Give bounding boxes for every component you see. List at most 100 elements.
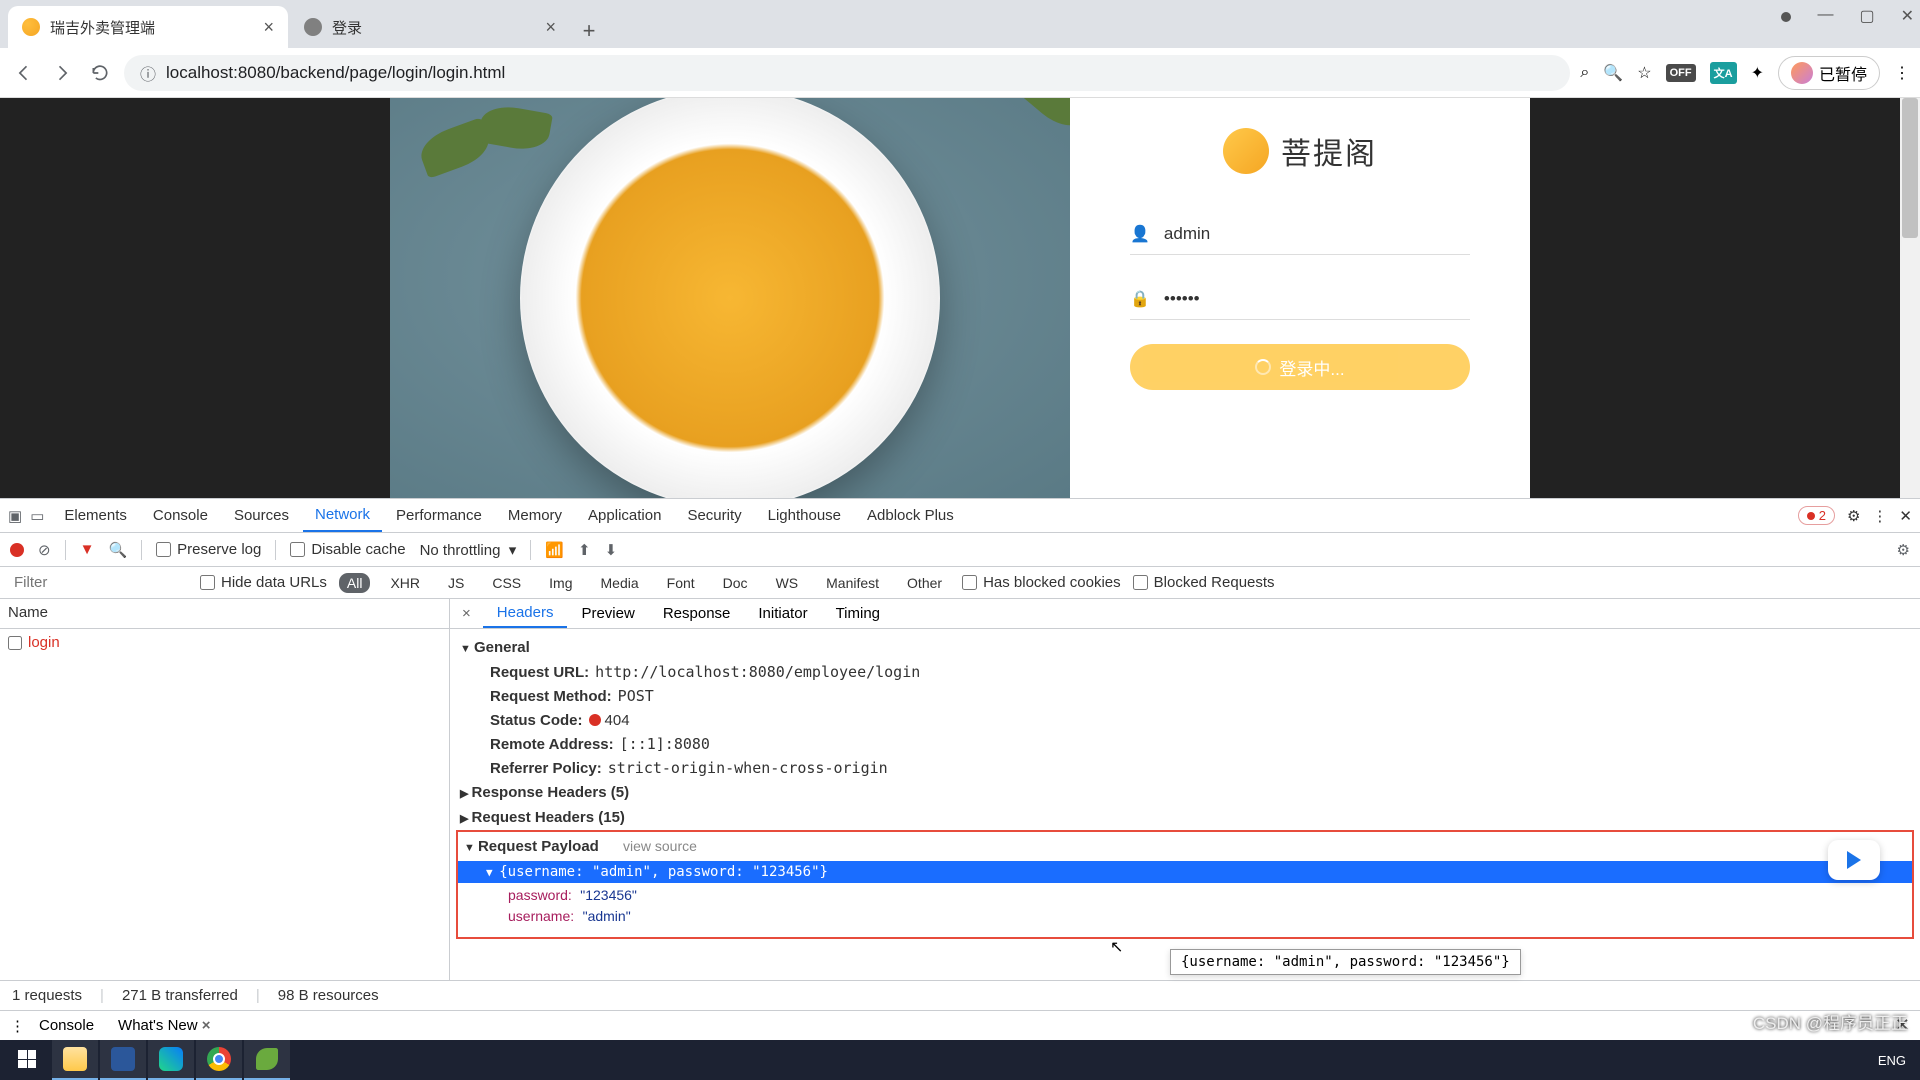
filter-input[interactable] bbox=[8, 570, 188, 595]
filter-doc[interactable]: Doc bbox=[715, 573, 756, 593]
filter-css[interactable]: CSS bbox=[484, 573, 529, 593]
tab-security[interactable]: Security bbox=[675, 500, 753, 531]
taskbar-app[interactable] bbox=[244, 1040, 290, 1080]
filter-manifest[interactable]: Manifest bbox=[818, 573, 887, 593]
translate-icon[interactable]: 文A bbox=[1710, 62, 1737, 84]
inspect-element-icon[interactable]: ▣ bbox=[8, 507, 22, 525]
device-toggle-icon[interactable]: ▭ bbox=[30, 507, 44, 525]
close-detail-button[interactable]: × bbox=[450, 605, 483, 622]
devtools-tabs: ▣ ▭ Elements Console Sources Network Per… bbox=[0, 499, 1920, 533]
password-key-icon[interactable]: ⌕ bbox=[1580, 64, 1589, 82]
section-response-headers[interactable]: Response Headers (5) bbox=[450, 780, 1920, 805]
preserve-log-checkbox[interactable]: Preserve log bbox=[156, 541, 261, 558]
taskbar-word[interactable] bbox=[100, 1040, 146, 1080]
request-list-header[interactable]: Name bbox=[0, 599, 449, 629]
close-window-button[interactable]: ✕ bbox=[1901, 6, 1914, 26]
detail-tab-timing[interactable]: Timing bbox=[822, 600, 894, 627]
detail-tab-initiator[interactable]: Initiator bbox=[744, 600, 821, 627]
payload-row[interactable]: username: "admin" bbox=[458, 906, 1912, 927]
request-row-checkbox[interactable] bbox=[8, 636, 22, 650]
minimize-button[interactable]: — bbox=[1817, 6, 1833, 26]
filter-media[interactable]: Media bbox=[593, 573, 647, 593]
filter-ws[interactable]: WS bbox=[768, 573, 807, 593]
network-conditions-icon[interactable]: 📶 bbox=[545, 541, 564, 559]
chrome-menu-button[interactable]: ⋮ bbox=[1894, 63, 1910, 83]
drawer-menu-icon[interactable]: ⋮ bbox=[10, 1017, 25, 1035]
taskbar-explorer[interactable] bbox=[52, 1040, 98, 1080]
request-row-login[interactable]: login bbox=[0, 629, 449, 656]
devtools-menu-icon[interactable]: ⋮ bbox=[1872, 507, 1887, 525]
reload-button[interactable] bbox=[86, 59, 114, 87]
maximize-button[interactable]: ▢ bbox=[1859, 6, 1874, 26]
tab-adblock[interactable]: Adblock Plus bbox=[855, 500, 966, 531]
disable-cache-checkbox[interactable]: Disable cache bbox=[290, 541, 405, 558]
payload-row[interactable]: password: "123456" bbox=[458, 885, 1912, 906]
page-scrollbar[interactable] bbox=[1900, 98, 1920, 498]
network-settings-icon[interactable]: ⚙ bbox=[1897, 541, 1910, 559]
tray-lang[interactable]: ENG bbox=[1878, 1053, 1906, 1068]
section-general[interactable]: General bbox=[450, 635, 1920, 660]
filter-toggle-icon[interactable]: ▼ bbox=[80, 541, 95, 558]
throttling-select[interactable]: No throttling ▾ bbox=[420, 541, 517, 559]
new-tab-button[interactable]: + bbox=[572, 14, 606, 48]
tab-sources[interactable]: Sources bbox=[222, 500, 301, 531]
detail-tab-preview[interactable]: Preview bbox=[567, 600, 648, 627]
browser-tab-inactive[interactable]: 登录 × bbox=[290, 6, 570, 48]
detail-tab-headers[interactable]: Headers bbox=[483, 599, 568, 628]
system-tray[interactable]: ENG bbox=[1878, 1053, 1916, 1068]
section-request-payload[interactable]: Request Payload view source bbox=[458, 834, 1912, 859]
close-tab-button[interactable]: × bbox=[545, 17, 556, 38]
blocked-requests-checkbox[interactable]: Blocked Requests bbox=[1133, 574, 1275, 591]
search-icon[interactable]: 🔍 bbox=[108, 541, 127, 559]
tab-performance[interactable]: Performance bbox=[384, 500, 494, 531]
filter-font[interactable]: Font bbox=[659, 573, 703, 593]
view-source-link[interactable]: view source bbox=[623, 838, 697, 854]
tab-console[interactable]: Console bbox=[141, 500, 220, 531]
export-har-icon[interactable]: ⬇ bbox=[605, 541, 618, 559]
devtools: ▣ ▭ Elements Console Sources Network Per… bbox=[0, 498, 1920, 1040]
clear-button[interactable]: ⊘ bbox=[38, 541, 51, 559]
devtools-close-icon[interactable]: ✕ bbox=[1899, 507, 1912, 525]
profile-chip[interactable]: 已暂停 bbox=[1778, 56, 1880, 90]
url-field[interactable]: ⓘ localhost:8080/backend/page/login/logi… bbox=[124, 55, 1570, 91]
back-button[interactable] bbox=[10, 59, 38, 87]
username-input[interactable] bbox=[1164, 224, 1470, 244]
forward-button[interactable] bbox=[48, 59, 76, 87]
tab-elements[interactable]: Elements bbox=[52, 500, 139, 531]
taskbar-pycharm[interactable] bbox=[148, 1040, 194, 1080]
extension-badge[interactable]: OFF bbox=[1666, 64, 1696, 82]
zoom-icon[interactable]: 🔍 bbox=[1603, 63, 1623, 83]
section-request-headers[interactable]: Request Headers (15) bbox=[450, 805, 1920, 830]
browser-tab-active[interactable]: 瑞吉外卖管理端 × bbox=[8, 6, 288, 48]
extensions-puzzle-icon[interactable]: ✦ bbox=[1751, 63, 1764, 83]
password-input[interactable] bbox=[1164, 289, 1470, 309]
hide-data-urls-checkbox[interactable]: Hide data URLs bbox=[200, 574, 327, 591]
filter-all[interactable]: All bbox=[339, 573, 371, 593]
drawer-tab-console[interactable]: Console bbox=[29, 1013, 104, 1038]
record-button[interactable] bbox=[10, 543, 24, 557]
filter-xhr[interactable]: XHR bbox=[382, 573, 428, 593]
drawer-tab-whatsnew[interactable]: What's New × bbox=[108, 1013, 221, 1038]
site-info-icon[interactable]: ⓘ bbox=[140, 61, 156, 85]
start-button[interactable] bbox=[4, 1040, 50, 1080]
error-count-badge[interactable]: 2 bbox=[1798, 506, 1835, 525]
detail-tab-response[interactable]: Response bbox=[649, 600, 745, 627]
tab-lighthouse[interactable]: Lighthouse bbox=[756, 500, 853, 531]
tab-network[interactable]: Network bbox=[303, 499, 382, 532]
taskbar-chrome[interactable] bbox=[196, 1040, 242, 1080]
play-overlay-button[interactable] bbox=[1828, 840, 1880, 880]
account-icon[interactable] bbox=[1781, 12, 1791, 22]
close-tab-button[interactable]: × bbox=[263, 17, 274, 38]
close-whatsnew-icon[interactable]: × bbox=[202, 1017, 211, 1034]
login-button[interactable]: 登录中... bbox=[1130, 344, 1470, 390]
filter-img[interactable]: Img bbox=[541, 573, 580, 593]
filter-js[interactable]: JS bbox=[440, 573, 472, 593]
tab-application[interactable]: Application bbox=[576, 500, 673, 531]
payload-summary-selected[interactable]: {username: "admin", password: "123456"} bbox=[458, 861, 1912, 883]
tab-memory[interactable]: Memory bbox=[496, 500, 574, 531]
blocked-cookies-checkbox[interactable]: Has blocked cookies bbox=[962, 574, 1121, 591]
filter-other[interactable]: Other bbox=[899, 573, 950, 593]
bookmark-star-icon[interactable]: ☆ bbox=[1637, 63, 1651, 83]
devtools-settings-icon[interactable]: ⚙ bbox=[1847, 507, 1860, 525]
import-har-icon[interactable]: ⬆ bbox=[578, 541, 591, 559]
